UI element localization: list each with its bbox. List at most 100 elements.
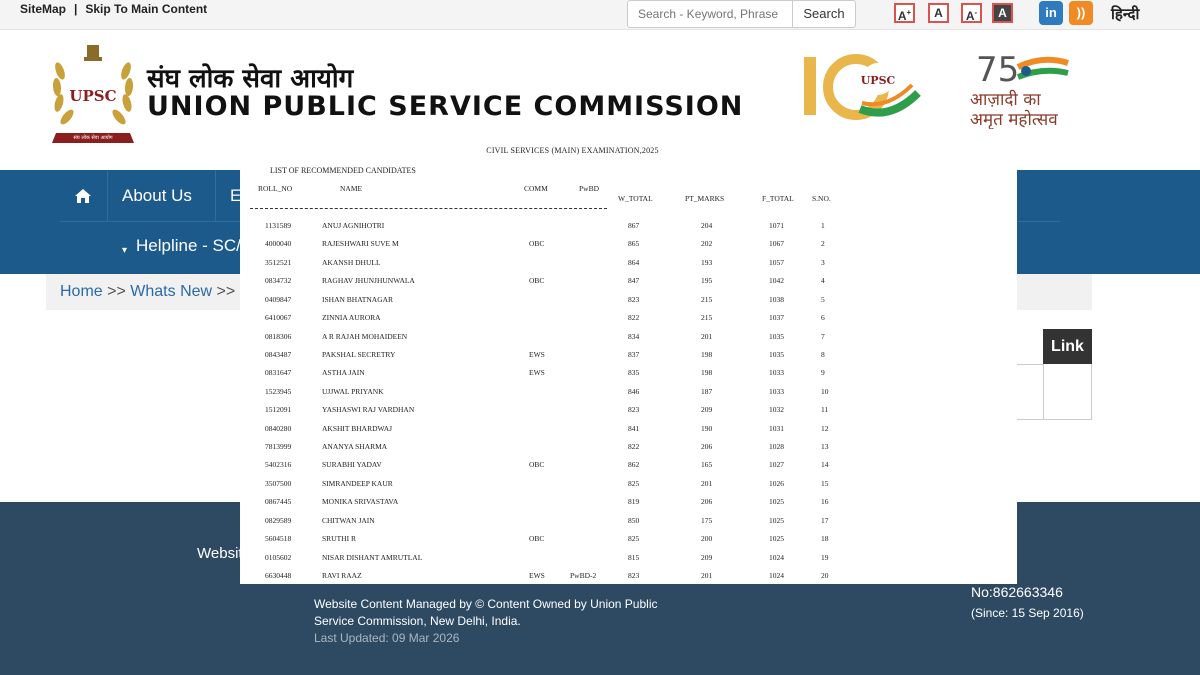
font-decrease-sup: - <box>974 8 978 17</box>
name-cell: ASTHA JAIN <box>322 368 365 378</box>
pt-marks-cell: 165 <box>701 460 713 470</box>
w-total-cell: 847 <box>628 276 640 286</box>
community-cell: OBC <box>529 276 545 286</box>
table-row: 1131589 ANUJ AGNIHOTRI 867 204 1071 1 <box>240 221 1017 239</box>
breadcrumb-home[interactable]: Home <box>60 283 103 300</box>
name-cell: AKSHIT BHARDWAJ <box>322 423 393 433</box>
f-total-cell: 1038 <box>769 294 784 304</box>
roll-no-cell: 4000040 <box>265 239 292 249</box>
azadi-ka-amrit-mahotsav-logo: 75 आज़ादी का अमृत महोत्सव <box>970 50 1069 129</box>
hindi-language-link[interactable]: हिन्दी <box>1111 4 1139 24</box>
footer-website-policies[interactable]: Websit <box>197 545 243 562</box>
table-row: 0818306 A R RAJAH MOHAIDEEN 834 201 1035 7 <box>240 332 1017 350</box>
high-contrast-button[interactable]: A <box>992 3 1013 23</box>
table-row: 7813999 ANANYA SHARMA 822 206 1028 13 <box>240 442 1017 460</box>
link-cell[interactable] <box>1043 364 1092 420</box>
top-utility-bar: SiteMap|Skip To Main Content Search A+ A… <box>0 0 1200 30</box>
w-total-cell: 835 <box>628 368 640 378</box>
roll-no-cell: 7813999 <box>265 442 292 452</box>
table-row: 6630448 RAVI RAAZ EWS PwBD-2 823 201 1024 20 <box>240 571 1017 584</box>
sno-cell: 3 <box>821 257 825 267</box>
sitemap-link[interactable]: SiteMap <box>20 2 66 16</box>
pt-marks-cell: 215 <box>701 294 713 304</box>
w-total-cell: 815 <box>628 552 640 562</box>
w-total-cell: 823 <box>628 570 640 580</box>
roll-no-cell: 0818306 <box>265 331 292 341</box>
table-row: 0105602 NISAR DISHANT AMRUTLAL 815 209 1024 1… <box>240 553 1017 571</box>
footer-managed-text: Website Content Managed by © Content Own… <box>314 597 658 628</box>
name-cell: CHITWAN JAIN <box>322 515 375 525</box>
f-total-cell: 1033 <box>769 386 784 396</box>
breadcrumb-whats-new[interactable]: Whats New <box>130 283 212 300</box>
community-cell: EWS <box>529 368 545 378</box>
roll-no-cell: 0829589 <box>265 515 292 525</box>
nav-home[interactable] <box>60 170 107 222</box>
w-total-cell: 862 <box>628 460 640 470</box>
font-normal-button[interactable]: A <box>928 3 949 23</box>
f-total-cell: 1071 <box>769 221 784 230</box>
search-input[interactable] <box>627 0 793 28</box>
f-total-cell: 1025 <box>769 497 784 507</box>
table-cell <box>1016 364 1044 420</box>
roll-no-cell: 1131589 <box>265 221 291 230</box>
f-total-cell: 1033 <box>769 368 784 378</box>
nav-about-us[interactable]: About Us ▾ <box>107 170 215 256</box>
azadi-number: 75 <box>976 50 1019 90</box>
w-total-cell: 834 <box>628 331 640 341</box>
w-total-cell: 864 <box>628 257 640 267</box>
f-total-cell: 1031 <box>769 423 784 433</box>
roll-no-cell: 0409847 <box>265 294 292 304</box>
chevron-down-icon: ▾ <box>122 245 128 256</box>
english-title: UNION PUBLIC SERVICE COMMISSION <box>147 91 744 122</box>
name-cell: NISAR DISHANT AMRUTLAL <box>322 552 423 562</box>
f-total-cell: 1037 <box>769 313 784 323</box>
w-total-cell: 825 <box>628 478 640 488</box>
sno-cell: 14 <box>821 460 829 470</box>
f-total-cell: 1035 <box>769 349 784 359</box>
roll-no-cell: 6630448 <box>265 570 292 580</box>
table-row: 3507500 SIMRANDEEP KAUR 825 201 1026 15 <box>240 479 1017 497</box>
pdf-document-viewer[interactable]: CIVIL SERVICES (MAIN) EXAMINATION,2025 L… <box>240 140 1017 584</box>
f-total-cell: 1057 <box>769 257 784 267</box>
azadi-line2: अमृत महोत्सव <box>970 109 1058 129</box>
upsc-centenary-logo: UPSC <box>804 54 921 120</box>
font-decrease-label: A <box>965 9 975 23</box>
rss-icon[interactable]: )) <box>1069 1 1093 25</box>
font-decrease-button[interactable]: A- <box>961 3 982 23</box>
community-cell: OBC <box>529 460 545 470</box>
w-total-cell: 825 <box>628 534 640 544</box>
utility-links: SiteMap | Skip To Main Content <box>20 2 207 16</box>
roll-no-cell: 1523945 <box>265 386 292 396</box>
emblem-motto: संघ लोक सेवा आयोग <box>73 134 112 141</box>
upsc-emblem-logo[interactable]: संघ लोक सेवा आयोग UPSC <box>50 41 136 153</box>
breadcrumb-separator: >> <box>216 283 236 300</box>
centenary-logo-text: UPSC <box>861 74 896 87</box>
skip-to-content-link[interactable]: Skip To Main Content <box>85 2 207 16</box>
sno-cell: 10 <box>821 386 829 396</box>
table-row: 0831647 ASTHA JAIN EWS 835 198 1033 9 <box>240 368 1017 386</box>
pt-marks-cell: 201 <box>701 570 713 580</box>
roll-no-cell: 6410067 <box>265 313 292 323</box>
community-cell: EWS <box>529 349 545 359</box>
community-cell: EWS <box>529 570 545 580</box>
pt-marks-cell: 187 <box>701 386 713 396</box>
community-cell: OBC <box>529 239 545 249</box>
w-total-cell: 865 <box>628 239 640 249</box>
pt-marks-cell: 198 <box>701 349 713 359</box>
sno-cell: 7 <box>821 331 825 341</box>
pdf-subtitle: LIST OF RECOMMENDED CANDIDATES <box>270 166 416 175</box>
w-total-cell: 837 <box>628 349 640 359</box>
header-sno: S.NO. <box>812 194 831 203</box>
pt-marks-cell: 190 <box>701 423 713 433</box>
pt-marks-cell: 204 <box>701 221 713 230</box>
f-total-cell: 1025 <box>769 515 784 525</box>
linkedin-icon[interactable]: in <box>1039 1 1063 25</box>
roll-no-cell: 0840280 <box>265 423 292 433</box>
search-button[interactable]: Search <box>792 0 856 28</box>
font-increase-sup: + <box>906 8 912 17</box>
name-cell: SRUTHI R <box>322 534 356 544</box>
footer-last-updated: Last Updated: 09 Mar 2026 <box>314 631 460 645</box>
helpline-text[interactable]: Helpline - SC/S <box>136 236 252 256</box>
community-cell: OBC <box>529 534 545 544</box>
font-increase-button[interactable]: A+ <box>894 3 915 23</box>
